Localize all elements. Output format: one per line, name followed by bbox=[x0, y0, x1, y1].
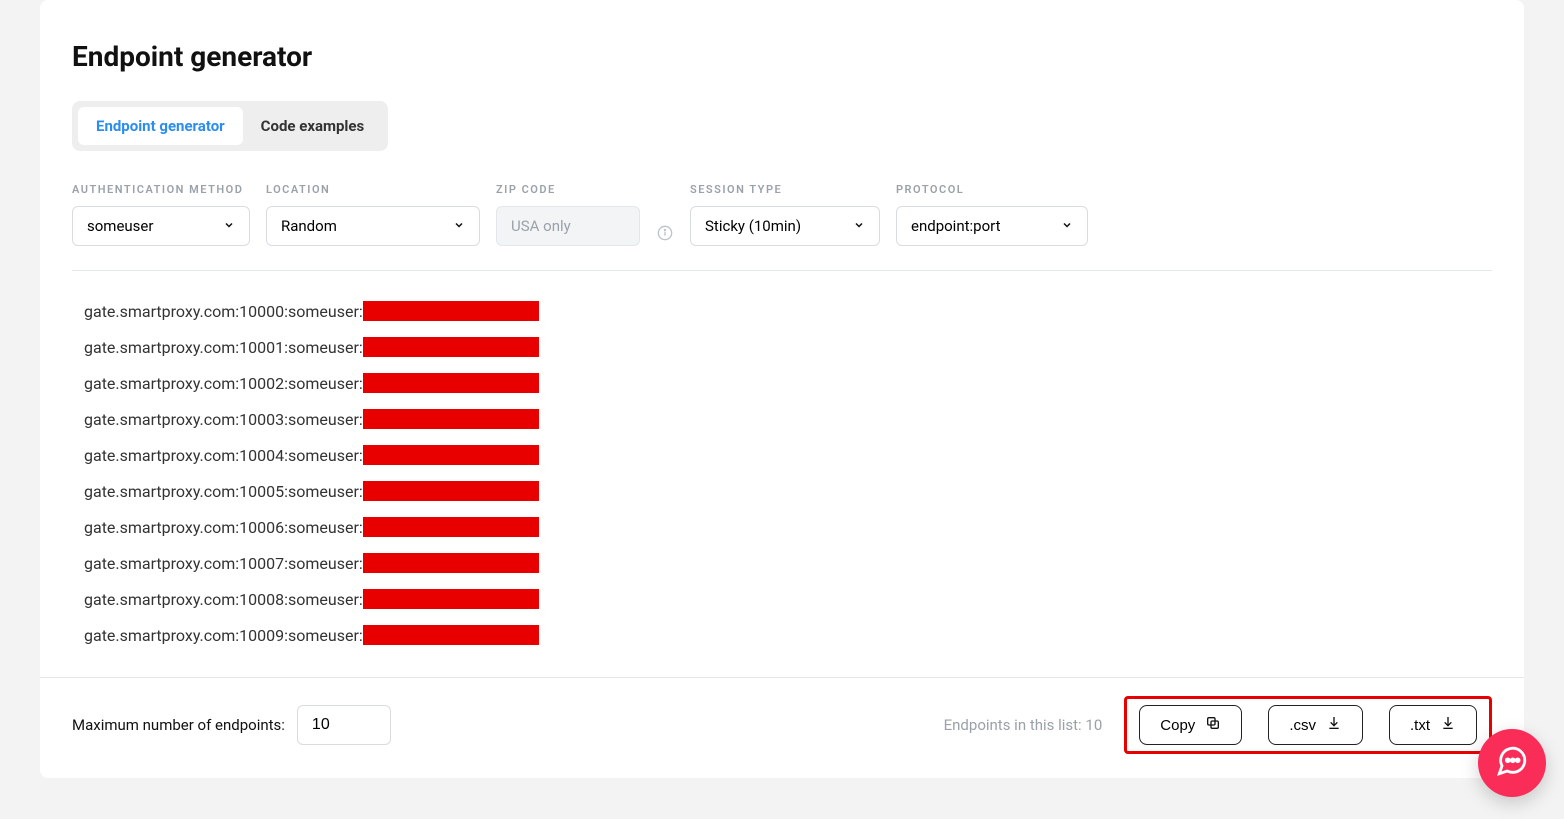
endpoint-list: gate.smartproxy.com:10000:someuser: gate.… bbox=[40, 271, 1524, 677]
session-value: Sticky (10min) bbox=[705, 217, 801, 235]
page-title: Endpoint generator bbox=[40, 40, 1524, 101]
chevron-down-icon bbox=[853, 217, 865, 235]
endpoint-text: gate.smartproxy.com:10002:someuser: bbox=[84, 374, 363, 393]
session-group: SESSION TYPE Sticky (10min) bbox=[690, 183, 880, 246]
copy-button[interactable]: Copy bbox=[1139, 705, 1242, 745]
download-icon bbox=[1440, 715, 1456, 735]
redaction-bar bbox=[363, 445, 539, 465]
controls-row: AUTHENTICATION METHOD someuser LOCATION … bbox=[40, 183, 1524, 270]
chat-icon bbox=[1495, 744, 1529, 782]
tab-code-examples[interactable]: Code examples bbox=[243, 107, 383, 145]
endpoint-row: gate.smartproxy.com:10009:someuser: bbox=[84, 617, 1492, 653]
export-group: Copy .csv .txt bbox=[1124, 696, 1492, 754]
max-endpoints-label: Maximum number of endpoints: bbox=[72, 716, 285, 734]
endpoint-row: gate.smartproxy.com:10006:someuser: bbox=[84, 509, 1492, 545]
auth-group: AUTHENTICATION METHOD someuser bbox=[72, 183, 250, 246]
endpoints-count: Endpoints in this list: 10 bbox=[944, 716, 1103, 734]
redaction-bar bbox=[363, 589, 539, 609]
chevron-down-icon bbox=[223, 217, 235, 235]
endpoint-text: gate.smartproxy.com:10001:someuser: bbox=[84, 338, 363, 357]
auth-select[interactable]: someuser bbox=[72, 206, 250, 246]
location-value: Random bbox=[281, 217, 337, 235]
max-endpoints-input[interactable] bbox=[297, 705, 391, 745]
redaction-bar bbox=[363, 337, 539, 357]
endpoint-generator-card: Endpoint generator Endpoint generator Co… bbox=[40, 0, 1524, 778]
location-label: LOCATION bbox=[266, 183, 480, 196]
redaction-bar bbox=[363, 409, 539, 429]
copy-icon bbox=[1205, 715, 1221, 735]
zip-label: ZIP CODE bbox=[496, 183, 640, 196]
chevron-down-icon bbox=[453, 217, 465, 235]
location-group: LOCATION Random bbox=[266, 183, 480, 246]
txt-button[interactable]: .txt bbox=[1389, 705, 1477, 745]
protocol-group: PROTOCOL endpoint:port bbox=[896, 183, 1088, 246]
endpoint-row: gate.smartproxy.com:10001:someuser: bbox=[84, 329, 1492, 365]
redaction-bar bbox=[363, 517, 539, 537]
tab-endpoint-generator[interactable]: Endpoint generator bbox=[78, 107, 243, 145]
redaction-bar bbox=[363, 373, 539, 393]
endpoint-row: gate.smartproxy.com:10000:someuser: bbox=[84, 293, 1492, 329]
redaction-bar bbox=[363, 625, 539, 645]
chevron-down-icon bbox=[1061, 217, 1073, 235]
endpoint-text: gate.smartproxy.com:10004:someuser: bbox=[84, 446, 363, 465]
download-icon bbox=[1326, 715, 1342, 735]
protocol-value: endpoint:port bbox=[911, 217, 1000, 235]
protocol-label: PROTOCOL bbox=[896, 183, 1088, 196]
endpoint-row: gate.smartproxy.com:10005:someuser: bbox=[84, 473, 1492, 509]
auth-value: someuser bbox=[87, 217, 153, 235]
zip-group: ZIP CODE USA only bbox=[496, 183, 640, 246]
zip-placeholder: USA only bbox=[511, 217, 571, 235]
endpoint-row: gate.smartproxy.com:10003:someuser: bbox=[84, 401, 1492, 437]
endpoint-text: gate.smartproxy.com:10007:someuser: bbox=[84, 554, 363, 573]
session-label: SESSION TYPE bbox=[690, 183, 880, 196]
endpoint-text: gate.smartproxy.com:10008:someuser: bbox=[84, 590, 363, 609]
endpoint-row: gate.smartproxy.com:10002:someuser: bbox=[84, 365, 1492, 401]
chat-widget[interactable] bbox=[1478, 729, 1546, 797]
auth-label: AUTHENTICATION METHOD bbox=[72, 183, 250, 196]
csv-button[interactable]: .csv bbox=[1268, 705, 1363, 745]
redaction-bar bbox=[363, 481, 539, 501]
footer: Maximum number of endpoints: Endpoints i… bbox=[40, 677, 1524, 754]
endpoint-row: gate.smartproxy.com:10004:someuser: bbox=[84, 437, 1492, 473]
endpoint-text: gate.smartproxy.com:10003:someuser: bbox=[84, 410, 363, 429]
protocol-select[interactable]: endpoint:port bbox=[896, 206, 1088, 246]
redaction-bar bbox=[363, 553, 539, 573]
endpoint-text: gate.smartproxy.com:10009:someuser: bbox=[84, 626, 363, 645]
redaction-bar bbox=[363, 301, 539, 321]
info-icon[interactable] bbox=[656, 224, 674, 242]
zip-input: USA only bbox=[496, 206, 640, 246]
tab-bar: Endpoint generator Code examples bbox=[72, 101, 388, 151]
session-select[interactable]: Sticky (10min) bbox=[690, 206, 880, 246]
location-select[interactable]: Random bbox=[266, 206, 480, 246]
endpoint-text: gate.smartproxy.com:10000:someuser: bbox=[84, 302, 363, 321]
endpoint-text: gate.smartproxy.com:10005:someuser: bbox=[84, 482, 363, 501]
endpoint-row: gate.smartproxy.com:10008:someuser: bbox=[84, 581, 1492, 617]
endpoint-row: gate.smartproxy.com:10007:someuser: bbox=[84, 545, 1492, 581]
endpoint-text: gate.smartproxy.com:10006:someuser: bbox=[84, 518, 363, 537]
